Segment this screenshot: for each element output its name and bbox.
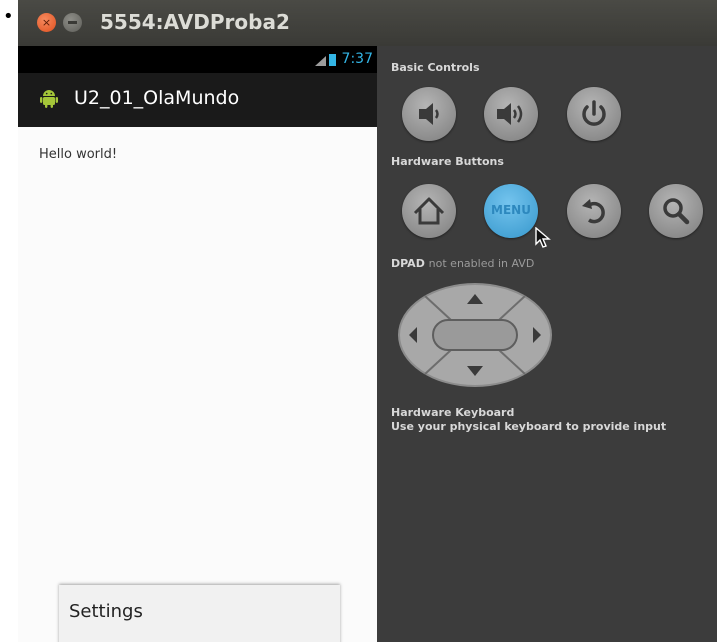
hardware-buttons-header: Hardware Buttons: [391, 155, 504, 168]
power-icon: [582, 100, 606, 126]
minimize-window-button[interactable]: [63, 13, 82, 32]
options-menu-popup: Settings: [59, 585, 340, 642]
android-status-bar: 7:37: [18, 46, 377, 73]
power-button[interactable]: [567, 87, 621, 141]
hardware-keyboard-header: Hardware Keyboard: [391, 406, 515, 419]
dpad-control: [398, 283, 552, 387]
signal-icon: [315, 56, 326, 66]
device-screen[interactable]: 7:37 U2_01_OlaMundo Hello world! Setting…: [18, 46, 377, 642]
menu-item-settings[interactable]: Settings: [69, 601, 143, 622]
basic-controls-header: Basic Controls: [391, 61, 480, 74]
mouse-cursor-icon: [535, 227, 551, 248]
android-icon: [40, 90, 58, 108]
volume-down-button[interactable]: [402, 87, 456, 141]
hardware-keyboard-info: Hardware Keyboard Use your physical keyb…: [391, 406, 666, 434]
dpad-center-button: [432, 319, 518, 351]
home-button[interactable]: [402, 184, 456, 238]
back-button[interactable]: [567, 184, 621, 238]
close-icon: ×: [41, 16, 52, 29]
status-icons: [315, 54, 339, 66]
volume-up-icon: [497, 103, 523, 125]
dpad-header: DPAD not enabled in AVD: [391, 257, 534, 270]
window-title: 5554:AVDProba2: [100, 10, 290, 34]
volume-up-button[interactable]: [484, 87, 538, 141]
controls-panel: Basic Controls Hardware Buttons MENU DPA…: [377, 46, 717, 642]
dpad-label: DPAD: [391, 257, 425, 270]
window-titlebar: × 5554:AVDProba2: [18, 0, 717, 46]
back-icon: [582, 199, 605, 224]
list-bullet: •: [3, 6, 14, 27]
search-button[interactable]: [649, 184, 703, 238]
dpad-status-text: not enabled in AVD: [428, 257, 535, 270]
status-clock: 7:37: [341, 51, 373, 67]
menu-button[interactable]: MENU: [484, 184, 538, 238]
close-window-button[interactable]: ×: [37, 13, 56, 32]
emulator-window: × 5554:AVDProba2 7:37 U2_01_OlaMundo Hel…: [18, 0, 717, 642]
hardware-keyboard-text: Use your physical keyboard to provide in…: [391, 420, 667, 433]
menu-button-label: MENU: [491, 203, 531, 217]
battery-icon: [329, 54, 336, 66]
hello-text: Hello world!: [39, 147, 118, 162]
app-title: U2_01_OlaMundo: [74, 87, 240, 109]
volume-down-icon: [419, 103, 439, 125]
home-icon: [413, 197, 445, 225]
minimize-icon: [68, 21, 77, 24]
search-icon: [663, 198, 690, 225]
